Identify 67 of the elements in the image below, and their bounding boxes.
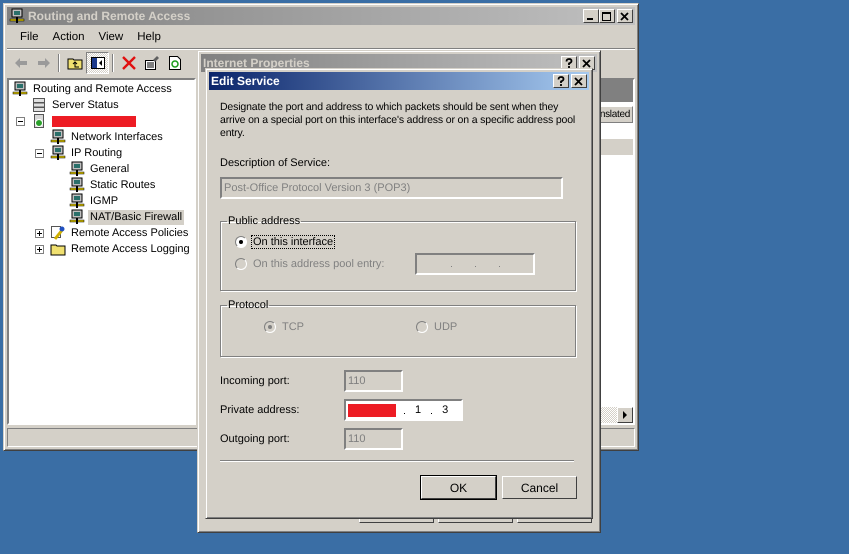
window-title: Edit Service bbox=[211, 74, 280, 88]
tree-item[interactable]: NAT/Basic Firewall bbox=[88, 210, 184, 224]
tree-item[interactable]: Network Interfaces bbox=[69, 130, 165, 144]
field-label: Incoming port: bbox=[220, 375, 291, 387]
address-octet: 3 bbox=[441, 404, 450, 416]
field-label: Outgoing port: bbox=[220, 433, 291, 445]
field-label: Description of Service: bbox=[220, 157, 332, 169]
close-button[interactable] bbox=[617, 9, 633, 23]
computer-icon bbox=[9, 8, 25, 24]
computer-icon bbox=[12, 81, 28, 97]
dialog-button[interactable]: OK bbox=[421, 476, 496, 499]
close-button[interactable] bbox=[571, 74, 587, 88]
tree-item[interactable]: IGMP bbox=[88, 194, 120, 208]
tree-item[interactable]: General bbox=[88, 162, 132, 176]
computer-icon bbox=[69, 177, 85, 193]
menu-item[interactable]: Action bbox=[46, 31, 92, 43]
tree-item[interactable]: Server Status bbox=[50, 98, 121, 112]
collapse-toggle[interactable] bbox=[16, 116, 25, 126]
radio-label[interactable]: On this interface bbox=[251, 235, 336, 249]
computer-icon bbox=[69, 209, 85, 225]
address-octet: 1 bbox=[414, 404, 422, 416]
window-title: Internet Properties bbox=[203, 56, 310, 70]
maximize-button[interactable] bbox=[599, 9, 615, 23]
tree-item[interactable]: Static Routes bbox=[88, 178, 158, 192]
computer-icon bbox=[50, 129, 66, 145]
help-icon bbox=[564, 58, 574, 68]
maximize-icon bbox=[602, 12, 612, 20]
address-field[interactable]: 1 3 bbox=[344, 399, 463, 421]
tree-item[interactable]: Remote Access Policies bbox=[69, 226, 190, 240]
expand-toggle[interactable] bbox=[35, 244, 44, 254]
tree-item[interactable]: IP Routing bbox=[69, 146, 124, 160]
window-title: Routing and Remote Access bbox=[28, 9, 190, 23]
field-label: Private address: bbox=[220, 404, 300, 416]
properties-icon bbox=[144, 55, 160, 71]
close-icon bbox=[582, 58, 592, 68]
menu-item[interactable]: View bbox=[92, 31, 130, 43]
collapse-toggle[interactable] bbox=[35, 148, 44, 158]
expand-toggle[interactable] bbox=[35, 228, 44, 238]
panes-icon bbox=[90, 55, 106, 71]
address-field[interactable] bbox=[415, 253, 535, 275]
help-icon bbox=[556, 76, 566, 86]
computer-icon bbox=[69, 161, 85, 177]
tree-item[interactable]: Routing and Remote Access bbox=[31, 82, 174, 96]
policy-icon bbox=[50, 225, 66, 241]
refresh-icon bbox=[168, 56, 180, 70]
close-icon bbox=[574, 76, 584, 86]
menu-item[interactable]: File bbox=[13, 31, 46, 43]
minimize-button[interactable] bbox=[583, 9, 599, 23]
delete-icon bbox=[120, 55, 136, 71]
server-icon bbox=[31, 113, 47, 129]
computer-icon bbox=[50, 145, 66, 161]
minimize-icon bbox=[587, 18, 593, 20]
menu-item[interactable]: Help bbox=[130, 31, 168, 43]
group-title: Public address bbox=[227, 215, 302, 227]
instruction-text: Designate the port and address to which packets should be sent when they arrive on a special port on this interface's address or on a specific address pool entry. bbox=[220, 101, 576, 140]
right-arrow-icon bbox=[36, 55, 52, 71]
help-button[interactable] bbox=[553, 74, 569, 88]
computer-icon bbox=[69, 193, 85, 209]
tree-item[interactable]: Remote Access Logging bbox=[69, 242, 192, 256]
tree-button[interactable] bbox=[86, 52, 109, 74]
radio-button[interactable] bbox=[235, 236, 247, 248]
right-triangle-icon bbox=[621, 411, 629, 419]
server-stack-icon bbox=[31, 97, 47, 113]
group-title: Protocol bbox=[227, 299, 270, 311]
dialog-button[interactable]: Cancel bbox=[502, 476, 577, 499]
scroll-right-button[interactable] bbox=[617, 407, 633, 423]
close-icon bbox=[620, 12, 630, 20]
